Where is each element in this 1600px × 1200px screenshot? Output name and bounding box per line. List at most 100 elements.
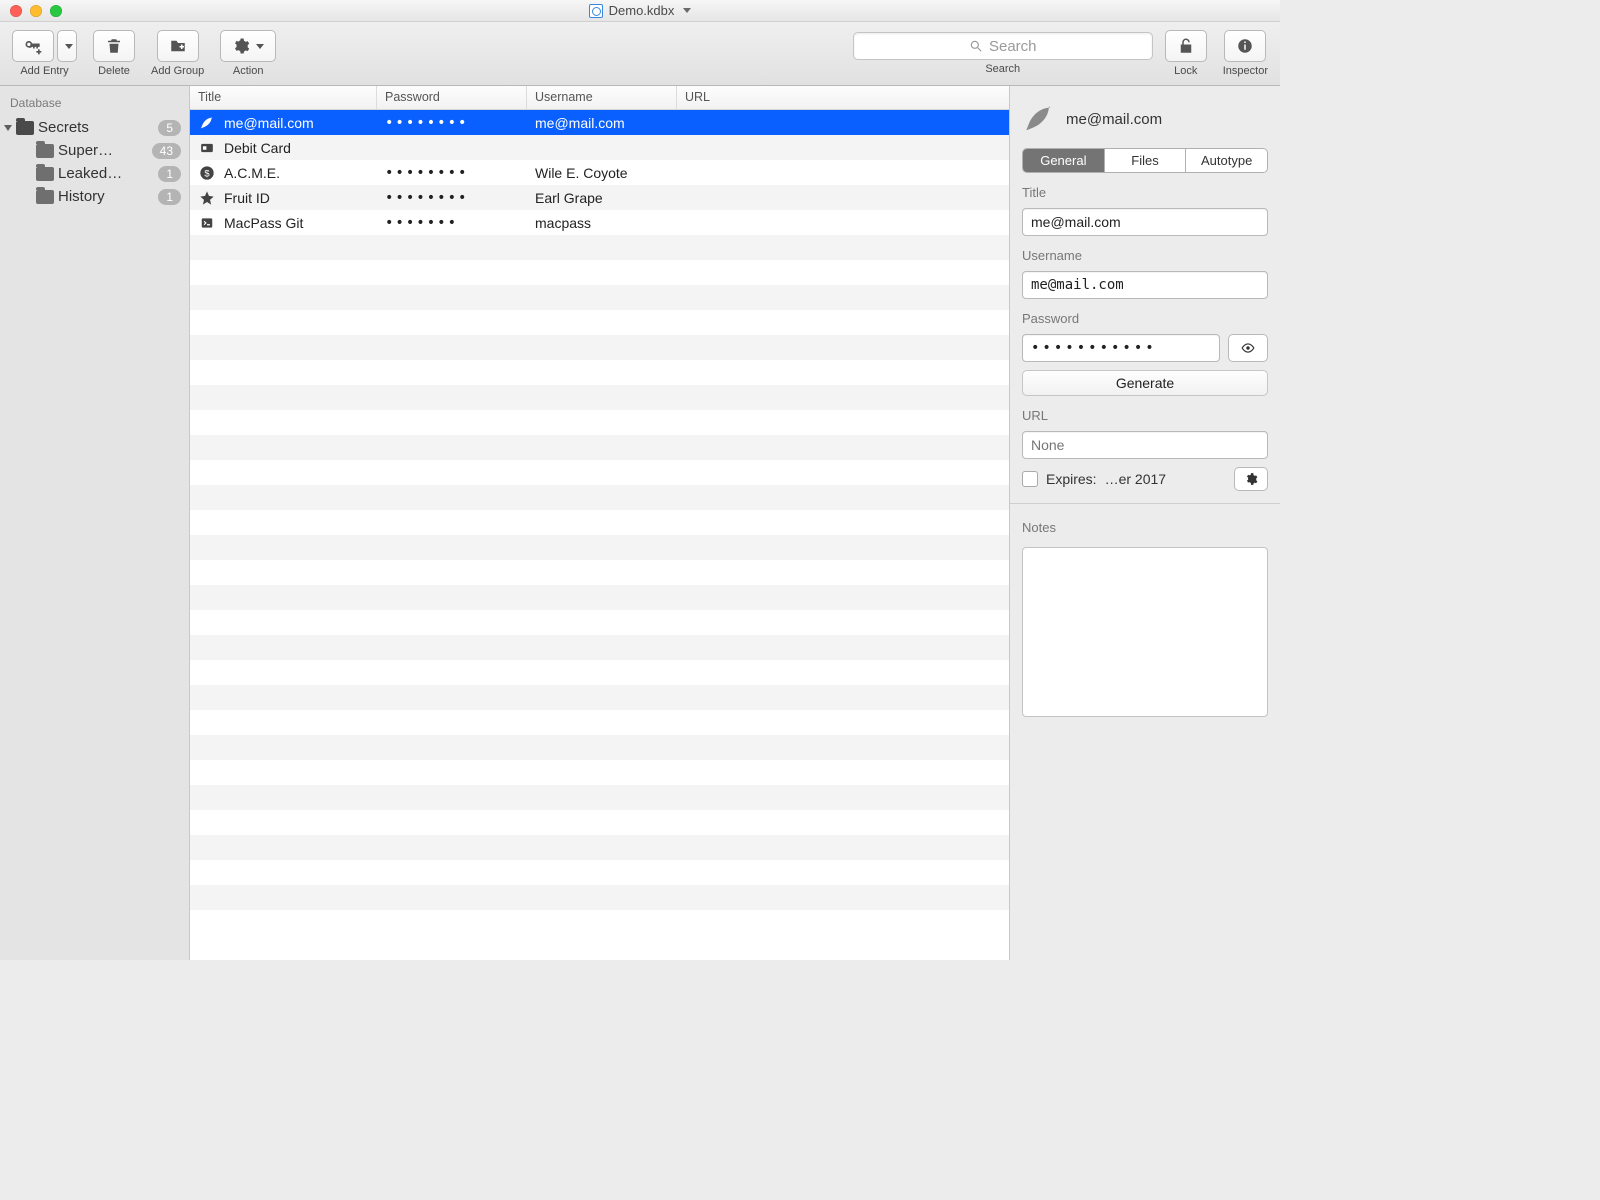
sidebar-item-label: Super… [58,142,148,159]
empty-row [190,835,1009,860]
gear-icon [232,37,250,55]
empty-row [190,910,1009,935]
col-title[interactable]: Title [190,86,377,109]
folder-icon [36,190,54,204]
sidebar-item-count: 1 [158,189,181,205]
empty-row [190,785,1009,810]
action-button[interactable] [220,30,276,62]
empty-row [190,685,1009,710]
search-label: Search [985,63,1020,75]
sidebar-item-history[interactable]: History 1 [0,185,189,208]
label-title: Title [1022,185,1268,200]
delete-button[interactable] [93,30,135,62]
window-title-text: Demo.kdbx [609,3,675,18]
sidebar-item-secrets[interactable]: Secrets 5 [0,116,189,139]
sidebar-item-count: 5 [158,120,181,136]
info-icon [1236,37,1254,55]
sidebar-heading: Database [0,90,189,116]
delete-label: Delete [98,65,130,77]
empty-row [190,460,1009,485]
eye-icon [1238,341,1258,355]
search-icon [969,39,983,53]
card-icon [198,139,216,157]
username-field[interactable] [1022,271,1268,299]
sidebar-item-count: 43 [152,143,181,159]
tab-general[interactable]: General [1023,149,1104,172]
sidebar-item-count: 1 [158,166,181,182]
expires-checkbox[interactable] [1022,471,1038,487]
empty-row [190,535,1009,560]
table-row[interactable]: Debit Card [190,135,1009,160]
lock-open-icon [1177,36,1195,56]
generate-button[interactable]: Generate [1022,370,1268,396]
add-entry-button[interactable] [12,30,54,62]
table-row[interactable]: MacPass Git•••••••macpass [190,210,1009,235]
disclosure-triangle-icon[interactable] [4,125,12,131]
empty-row [190,285,1009,310]
empty-row [190,260,1009,285]
cell-title: me@mail.com [224,115,314,131]
tab-files[interactable]: Files [1104,149,1186,172]
table-header: Title Password Username URL [190,86,1009,110]
empty-row [190,610,1009,635]
add-group-button[interactable] [157,30,199,62]
table-row[interactable]: me@mail.com••••••••me@mail.com [190,110,1009,135]
sidebar: Database Secrets 5 Super… 43 Leaked… 1 H… [0,86,190,960]
empty-row [190,360,1009,385]
empty-row [190,710,1009,735]
col-password[interactable]: Password [377,86,527,109]
table-row[interactable]: $A.C.M.E.••••••••Wile E. Coyote [190,160,1009,185]
empty-row [190,310,1009,335]
expires-settings-button[interactable] [1234,467,1268,491]
empty-row [190,735,1009,760]
document-icon [589,4,603,18]
folder-plus-icon [168,37,188,55]
sidebar-item-label: Secrets [38,119,154,136]
label-url: URL [1022,408,1268,423]
empty-row [190,335,1009,360]
tab-autotype[interactable]: Autotype [1185,149,1267,172]
lock-button[interactable] [1165,30,1207,62]
notes-field[interactable] [1022,547,1268,717]
url-field[interactable] [1022,431,1268,459]
star-icon [198,189,216,207]
add-entry-dropdown[interactable] [57,30,77,62]
empty-row [190,235,1009,260]
lock-label: Lock [1174,65,1197,77]
gear-icon [1244,472,1258,486]
empty-row [190,385,1009,410]
col-username[interactable]: Username [527,86,677,109]
cell-username: me@mail.com [527,115,677,131]
password-field[interactable] [1022,334,1220,362]
col-url[interactable]: URL [677,86,1009,109]
chevron-down-icon [683,8,691,13]
cell-username: Earl Grape [527,190,677,206]
title-field[interactable] [1022,208,1268,236]
inspector-button[interactable] [1224,30,1266,62]
empty-row [190,885,1009,910]
table-body: me@mail.com••••••••me@mail.comDebit Card… [190,110,1009,960]
svg-text:$: $ [204,168,210,178]
cell-password: •••••••• [377,115,527,131]
reveal-password-button[interactable] [1228,334,1268,362]
empty-row [190,485,1009,510]
cell-title: MacPass Git [224,215,303,231]
window-title[interactable]: Demo.kdbx [0,3,1280,18]
add-entry-label: Add Entry [20,65,68,77]
sidebar-item-label: Leaked… [58,165,154,182]
search-input[interactable]: Search [853,32,1153,60]
sidebar-item-super[interactable]: Super… 43 [0,139,189,162]
action-label: Action [233,65,264,77]
search-placeholder: Search [989,38,1037,55]
empty-row [190,660,1009,685]
inspector-title: me@mail.com [1066,111,1162,128]
window-titlebar: Demo.kdbx [0,0,1280,22]
table-row[interactable]: Fruit ID••••••••Earl Grape [190,185,1009,210]
empty-row [190,560,1009,585]
sidebar-item-label: History [58,188,154,205]
sidebar-item-leaked[interactable]: Leaked… 1 [0,162,189,185]
inspector-panel: me@mail.com General Files Autotype Title… [1010,86,1280,960]
cell-title: Debit Card [224,140,291,156]
dollar-icon: $ [198,164,216,182]
cell-title: A.C.M.E. [224,165,280,181]
